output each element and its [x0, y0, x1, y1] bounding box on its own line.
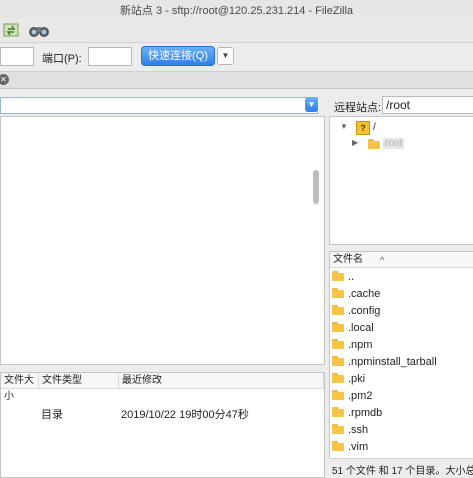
column-header-filename-label: 文件名 — [333, 254, 363, 265]
remote-status-bar: 51 个文件 和 17 个目录。大小总计 — [329, 458, 473, 478]
remote-status-text: 51 个文件 和 17 个目录。大小总计 — [332, 466, 473, 477]
expanded-arrow-icon[interactable]: ▼ — [340, 122, 348, 131]
file-name: .cache — [348, 288, 381, 300]
local-tree-scrollbar[interactable] — [313, 170, 319, 204]
folder-icon — [332, 322, 344, 332]
file-name: .. — [348, 271, 355, 283]
local-directory-tree[interactable] — [0, 116, 325, 365]
title-bar: 新站点 3 - sftp://root@120.25.231.214 - Fil… — [0, 0, 473, 19]
folder-icon — [332, 373, 344, 383]
file-name: .local — [348, 322, 374, 334]
local-path-dropdown-icon[interactable]: ▼ — [305, 97, 318, 112]
modified-cell: 2019/10/22 19时00分47秒 — [121, 409, 249, 421]
password-field[interactable] — [0, 47, 34, 66]
list-item[interactable]: .vim — [330, 439, 473, 456]
folder-icon — [332, 390, 344, 400]
list-item[interactable]: .pm2 — [330, 388, 473, 405]
folder-icon — [332, 356, 344, 366]
list-item[interactable]: .. — [330, 269, 473, 286]
remote-directory-tree[interactable]: ▼ ? / ▶ root — [329, 116, 473, 245]
file-name: .rpmdb — [348, 407, 383, 419]
local-path-input[interactable] — [0, 97, 318, 114]
folder-icon — [332, 441, 344, 451]
file-name: .npminstall_tarball — [348, 356, 437, 368]
file-name: .pki — [348, 373, 366, 385]
folder-icon — [332, 339, 344, 349]
folder-icon — [332, 424, 344, 434]
remote-file-list[interactable]: 文件名 ^ .. .cache .config .local .npm .npminsta… — [329, 251, 473, 460]
list-item[interactable]: .npminstall_tarball — [330, 354, 473, 371]
list-item[interactable]: .local — [330, 320, 473, 337]
binoculars-icon[interactable] — [28, 20, 50, 40]
unknown-folder-icon: ? — [356, 121, 370, 135]
column-header-modified[interactable]: 最近修改 — [119, 373, 324, 389]
list-item[interactable]: .pki — [330, 371, 473, 388]
tab-bar: ✕ — [0, 72, 473, 89]
file-name: .config — [348, 305, 381, 317]
collapsed-arrow-icon[interactable]: ▶ — [352, 138, 358, 147]
folder-icon — [368, 139, 380, 149]
remote-path-value: /root — [386, 98, 411, 112]
toolbar — [0, 18, 473, 43]
folder-icon — [332, 288, 344, 298]
quickconnect-dropdown-button[interactable]: ▼ — [217, 47, 234, 65]
file-name: .vim — [348, 441, 369, 453]
quickconnect-bar: 端口(P): 快速连接(Q) ▼ — [0, 43, 473, 72]
port-label: 端口(P): — [42, 53, 82, 65]
quickconnect-button[interactable]: 快速连接(Q) — [141, 46, 215, 66]
remote-path-input[interactable]: /root — [382, 96, 473, 114]
column-header-filetype[interactable]: 文件类型 — [39, 373, 119, 389]
local-file-list[interactable]: 文件大小 文件类型 最近修改 目录 2019/10/22 19时00分47秒 — [0, 372, 325, 478]
file-name: .npm — [348, 339, 373, 351]
column-header-filename[interactable]: 文件名 ^ — [330, 252, 473, 268]
sync-browse-icon[interactable] — [2, 20, 24, 40]
list-item[interactable]: .ssh — [330, 422, 473, 439]
tree-root-label: / — [373, 122, 376, 133]
list-item[interactable]: .npm — [330, 337, 473, 354]
window-title: 新站点 3 - sftp://root@120.25.231.214 - Fil… — [119, 5, 354, 17]
remote-path-bar: 远程站点: /root — [329, 94, 473, 116]
sort-ascending-icon: ^ — [380, 255, 385, 265]
table-row[interactable]: 目录 2019/10/22 19时00分47秒 — [1, 403, 324, 421]
list-item[interactable]: .config — [330, 303, 473, 320]
tab-close-icon[interactable]: ✕ — [0, 74, 9, 85]
remote-site-label: 远程站点: — [334, 102, 382, 114]
folder-icon — [332, 271, 344, 281]
port-field[interactable] — [88, 47, 132, 66]
column-header-filesize[interactable]: 文件大小 — [1, 373, 39, 402]
folder-icon — [332, 305, 344, 315]
local-path-bar: ▼ — [0, 94, 323, 116]
file-name: .ssh — [348, 424, 369, 436]
list-item[interactable]: .rpmdb — [330, 405, 473, 422]
file-type-cell: 目录 — [41, 409, 63, 421]
list-item[interactable]: .cache — [330, 286, 473, 303]
folder-icon — [332, 407, 344, 417]
tree-child-label: root — [383, 138, 405, 149]
file-name: .pm2 — [348, 390, 373, 402]
